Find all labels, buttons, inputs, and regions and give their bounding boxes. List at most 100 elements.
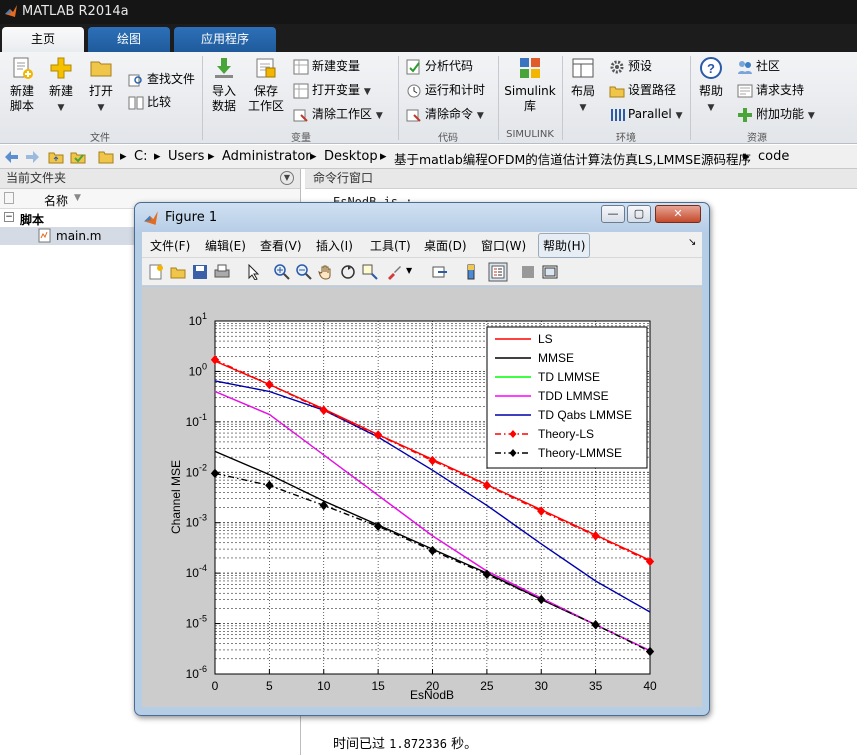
menu-view[interactable]: 查看(V) [260,237,302,254]
menu-window[interactable]: 窗口(W) [481,237,526,254]
menu-tools[interactable]: 工具(T) [370,237,411,254]
up-folder-icon[interactable] [48,149,64,165]
pan-hand-icon[interactable] [318,264,334,280]
tab-plots[interactable]: 绘图 [88,27,170,52]
pointer-icon[interactable] [246,264,262,280]
colorbar-icon[interactable] [464,264,480,280]
data-cursor-icon[interactable] [362,264,378,280]
layout-button[interactable]: 布局 ▼ [566,56,600,116]
simulink-icon [520,58,540,78]
browse-folder-icon[interactable] [70,149,86,165]
svg-text:?: ? [707,61,715,76]
import-icon [215,58,233,78]
find-files-icon [128,74,142,86]
clear-commands-icon [406,109,421,122]
compare-button[interactable]: 比较 [128,92,171,112]
print-icon[interactable] [214,264,230,280]
m-file-icon [38,228,51,243]
menu-file[interactable]: 文件(F) [150,237,190,254]
back-arrow-icon[interactable] [4,149,20,165]
maximize-button[interactable]: ▢ [627,205,651,223]
x-tick-label: 10 [317,679,331,693]
y-tick-label: 100 [189,361,207,378]
collapse-icon[interactable]: − [4,212,14,222]
open-file-icon[interactable] [170,264,186,280]
simulink-library-button[interactable]: Simulink 库 [504,56,556,114]
zoom-in-icon[interactable] [274,264,290,280]
group-divider [498,56,499,140]
menu-dock-icon[interactable]: ↘ [688,237,696,248]
open-button[interactable]: 打开 ▼ [84,56,118,116]
figure-window: Figure 1 — ▢ ✕ 文件(F) 编辑(E) 查看(V) 插入(I) 工… [134,202,710,716]
address-bar: ▸ C: ▸ Users ▸ Administrator ▸ Desktop ▸… [0,145,857,169]
brush-dropdown-icon[interactable]: ▼ [406,266,422,282]
menu-insert[interactable]: 插入(I) [316,237,353,254]
breadcrumb-users[interactable]: Users [168,149,204,164]
current-folder-header: 当前文件夹 ▼ [0,169,300,189]
save-icon[interactable] [192,264,208,280]
help-icon: ? [700,57,722,79]
group-divider [202,56,203,140]
new-figure-icon[interactable] [148,264,164,280]
channel-mse-chart: 0 5 10 15 20 25 30 35 4010-610-510-410-310-210-1… [169,311,657,702]
matlab-logo-icon [144,211,158,225]
import-data-button[interactable]: 导入 数据 [206,56,242,114]
set-path-button[interactable]: 设置路径 [609,80,676,100]
show-plot-tools-icon[interactable] [542,264,558,280]
legend-entry: MMSE [538,351,574,365]
link-plot-icon[interactable] [432,264,448,280]
chart-legend: LS MMSE TD LMMSE TDD LMMSE TD Qabs LMMSE Theo… [486,326,648,469]
addons-button[interactable]: 附加功能 ▼ [737,104,815,124]
find-files-button[interactable]: 查找文件 [128,69,195,89]
folder-icon [90,61,112,77]
breadcrumb-drive[interactable]: C: [134,149,147,164]
breadcrumb-desktop[interactable]: Desktop [324,149,378,164]
analyze-code-button[interactable]: 分析代码 [406,56,473,76]
legend-entry: Theory-LS [538,427,594,441]
preferences-button[interactable]: 预设 [609,56,652,76]
save-workspace-button[interactable]: 保存 工作区 [246,56,286,114]
breadcrumb-code[interactable]: code [758,149,789,164]
x-tick-label: 15 [371,679,385,693]
x-tick-label: 30 [535,679,549,693]
breadcrumb-administrator[interactable]: Administrator [222,149,311,164]
panel-options-icon[interactable]: ▼ [280,171,294,185]
command-window-header: 命令行窗口 [305,169,857,189]
parallel-button[interactable]: Parallel ▼ [609,104,682,124]
menu-help[interactable]: 帮助(H) [538,233,591,258]
group-label-simulink: SIMULINK [506,129,554,140]
close-button[interactable]: ✕ [655,205,701,223]
ribbon-tabs: 主页 绘图 应用程序 [0,24,857,52]
help-button[interactable]: ? 帮助 ▼ [696,56,726,116]
request-support-button[interactable]: 请求支持 [737,80,804,100]
save-workspace-icon [256,58,276,78]
x-tick-label: 40 [643,679,657,693]
clear-commands-button[interactable]: 清除命令 ▼ [406,104,484,124]
x-tick-label: 35 [589,679,603,693]
column-checkbox[interactable] [4,192,14,204]
forward-arrow-icon[interactable] [24,149,40,165]
legend-icon[interactable] [488,262,508,282]
new-variable-button[interactable]: 新建变量 [293,56,360,76]
menu-desktop[interactable]: 桌面(D) [424,237,467,254]
open-variable-button[interactable]: 打开变量 ▼ [293,80,371,100]
new-script-icon [13,57,33,79]
menu-edit[interactable]: 编辑(E) [205,237,246,254]
plus-icon [50,57,72,79]
legend-entry: Theory-LMMSE [538,446,622,460]
rotate-3d-icon[interactable] [340,264,356,280]
zoom-out-icon[interactable] [296,264,312,280]
breadcrumb-project[interactable]: 基于matlab编程OFDM的信道估计算法仿真LS,LMMSE源码程序 [394,149,751,168]
community-button[interactable]: 社区 [737,56,780,76]
new-button[interactable]: 新建 ▼ [44,56,78,116]
run-and-time-button[interactable]: 运行和计时 [406,80,485,100]
brush-icon[interactable] [386,264,402,280]
tab-apps[interactable]: 应用程序 [174,27,276,52]
hide-plot-tools-icon[interactable] [520,264,536,280]
new-script-button[interactable]: 新建 脚本 [4,56,40,114]
tab-home[interactable]: 主页 [2,27,84,52]
group-label-file: 文件 [90,133,110,144]
minimize-button[interactable]: — [601,205,625,223]
x-tick-label: 5 [266,679,273,693]
clear-workspace-button[interactable]: 清除工作区 ▼ [293,104,383,124]
